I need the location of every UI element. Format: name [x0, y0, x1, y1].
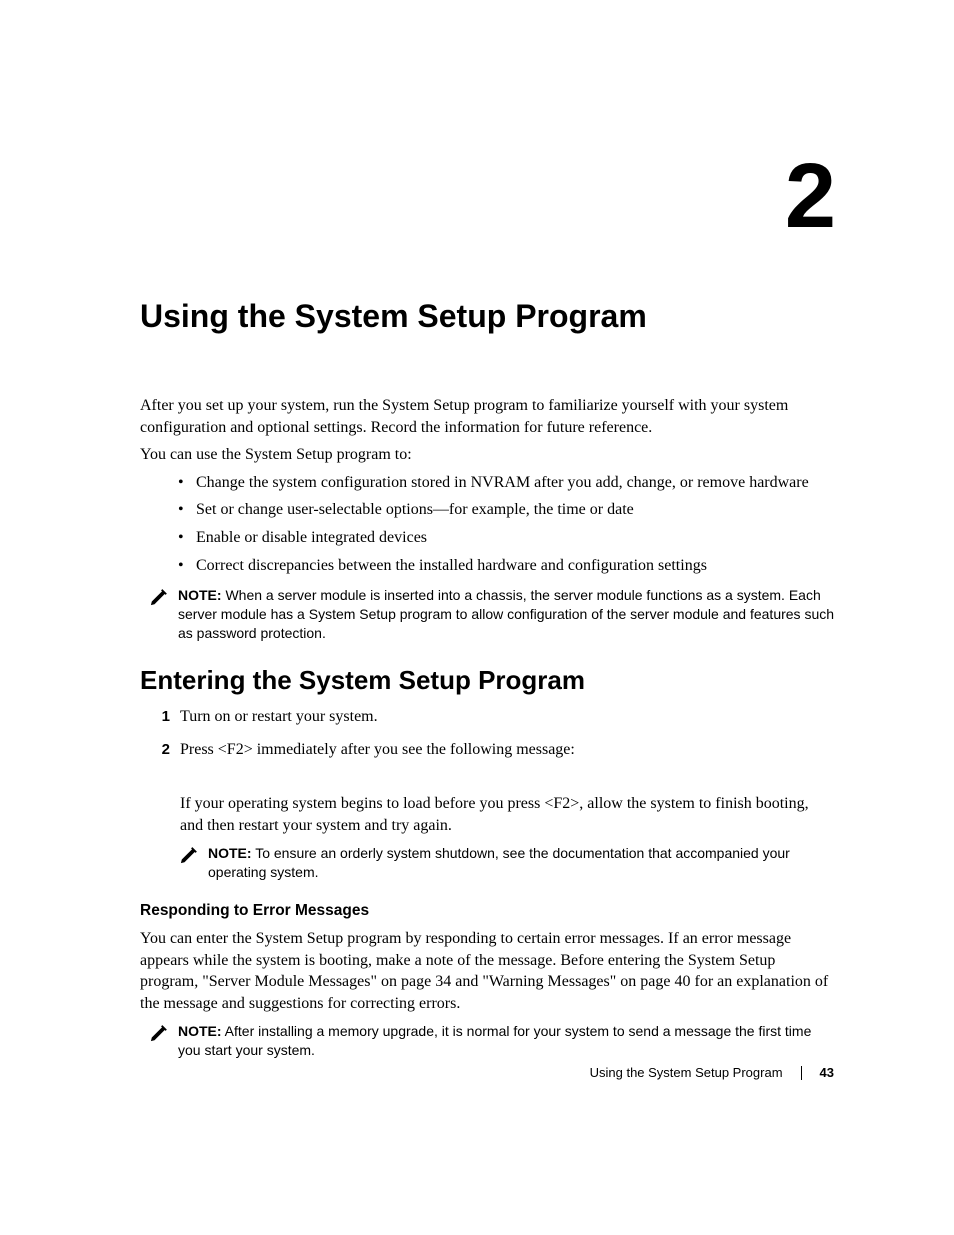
step-followup: If your operating system begins to load …: [180, 793, 834, 882]
intro-paragraph: You can use the System Setup program to:: [140, 444, 834, 466]
page-content: 2 Using the System Setup Program After y…: [140, 150, 834, 1072]
note-label: NOTE:: [178, 587, 222, 603]
step-number: 1: [140, 706, 180, 729]
note-label: NOTE:: [178, 1023, 222, 1039]
chapter-title: Using the System Setup Program: [140, 298, 834, 335]
note-body: To ensure an orderly system shutdown, se…: [208, 845, 790, 880]
followup-text: If your operating system begins to load …: [180, 793, 834, 836]
page-footer: Using the System Setup Program 43: [590, 1065, 834, 1080]
note-icon: [150, 588, 168, 606]
note-label: NOTE:: [208, 845, 252, 861]
intro-paragraph: After you set up your system, run the Sy…: [140, 395, 834, 438]
note-icon: [180, 846, 198, 864]
step-number: 2: [140, 739, 180, 762]
note-block: NOTE: After installing a memory upgrade,…: [140, 1022, 834, 1060]
list-item: Correct discrepancies between the instal…: [178, 555, 834, 577]
subsection-heading: Responding to Error Messages: [140, 902, 834, 920]
note-text: NOTE: When a server module is inserted i…: [178, 586, 834, 643]
step-text: Press <F2> immediately after you see the…: [180, 739, 834, 761]
note-block: NOTE: To ensure an orderly system shutdo…: [180, 844, 834, 882]
step-body: Press <F2> immediately after you see the…: [180, 739, 834, 769]
list-item: Change the system configuration stored i…: [178, 472, 834, 494]
list-item: Enable or disable integrated devices: [178, 527, 834, 549]
page-number: 43: [820, 1065, 834, 1080]
note-icon: [150, 1024, 168, 1042]
bullet-list: Change the system configuration stored i…: [140, 472, 834, 576]
chapter-number: 2: [140, 150, 834, 242]
step-body: Turn on or restart your system.: [180, 706, 834, 736]
numbered-steps: 1 Turn on or restart your system. 2 Pres…: [140, 706, 834, 769]
section-heading: Entering the System Setup Program: [140, 665, 834, 696]
footer-title: Using the System Setup Program: [590, 1065, 783, 1080]
body-paragraph: You can enter the System Setup program b…: [140, 928, 834, 1014]
note-block: NOTE: When a server module is inserted i…: [140, 586, 834, 643]
note-text: NOTE: To ensure an orderly system shutdo…: [208, 844, 834, 882]
step-item: 1 Turn on or restart your system.: [140, 706, 834, 736]
step-item: 2 Press <F2> immediately after you see t…: [140, 739, 834, 769]
footer-separator: [801, 1066, 802, 1080]
note-body: When a server module is inserted into a …: [178, 587, 834, 641]
step-text: Turn on or restart your system.: [180, 706, 834, 728]
intro-block: After you set up your system, run the Sy…: [140, 395, 834, 466]
note-body: After installing a memory upgrade, it is…: [178, 1023, 811, 1058]
list-item: Set or change user-selectable options—fo…: [178, 499, 834, 521]
note-text: NOTE: After installing a memory upgrade,…: [178, 1022, 834, 1060]
